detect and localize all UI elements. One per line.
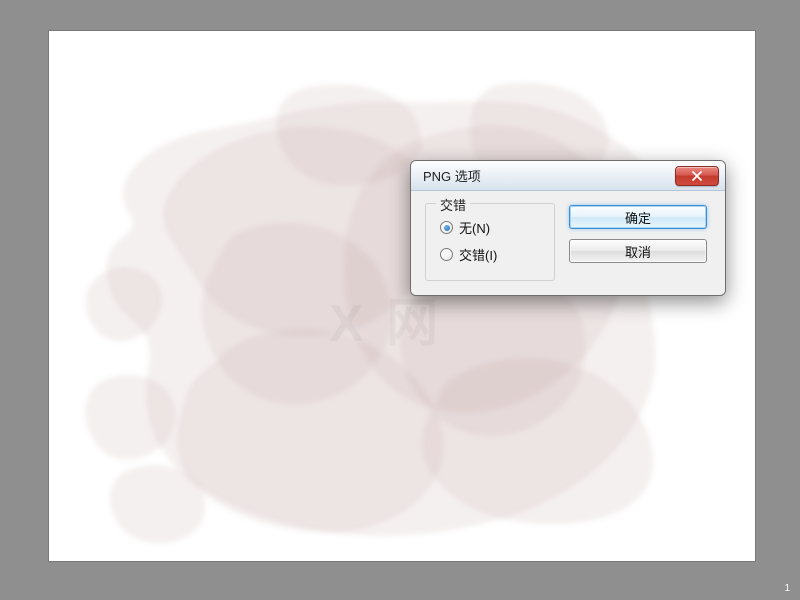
dialog-title: PNG 选项 [423,166,675,185]
close-button[interactable] [675,166,719,186]
dialog-body: 交错 无(N) 交错(I) 确定 取消 [411,191,725,295]
radio-label: 无(N) [459,218,490,237]
close-icon [691,171,703,181]
cancel-button[interactable]: 取消 [569,239,707,263]
radio-label: 交错(I) [459,245,497,264]
dialog-titlebar[interactable]: PNG 选项 [411,161,725,191]
radio-icon [440,248,453,261]
radio-option-none[interactable]: 无(N) [440,214,540,241]
dialog-button-column: 确定 取消 [569,205,707,281]
radio-icon [440,221,453,234]
group-legend: 交错 [436,195,470,214]
page-number: 1 [784,583,790,594]
ok-button[interactable]: 确定 [569,205,707,229]
png-options-dialog: PNG 选项 交错 无(N) 交错(I) 确定 取消 [410,160,726,296]
radio-option-interlaced[interactable]: 交错(I) [440,241,540,268]
interlace-group: 交错 无(N) 交错(I) [425,203,555,281]
document-canvas: X 网 [49,31,755,561]
